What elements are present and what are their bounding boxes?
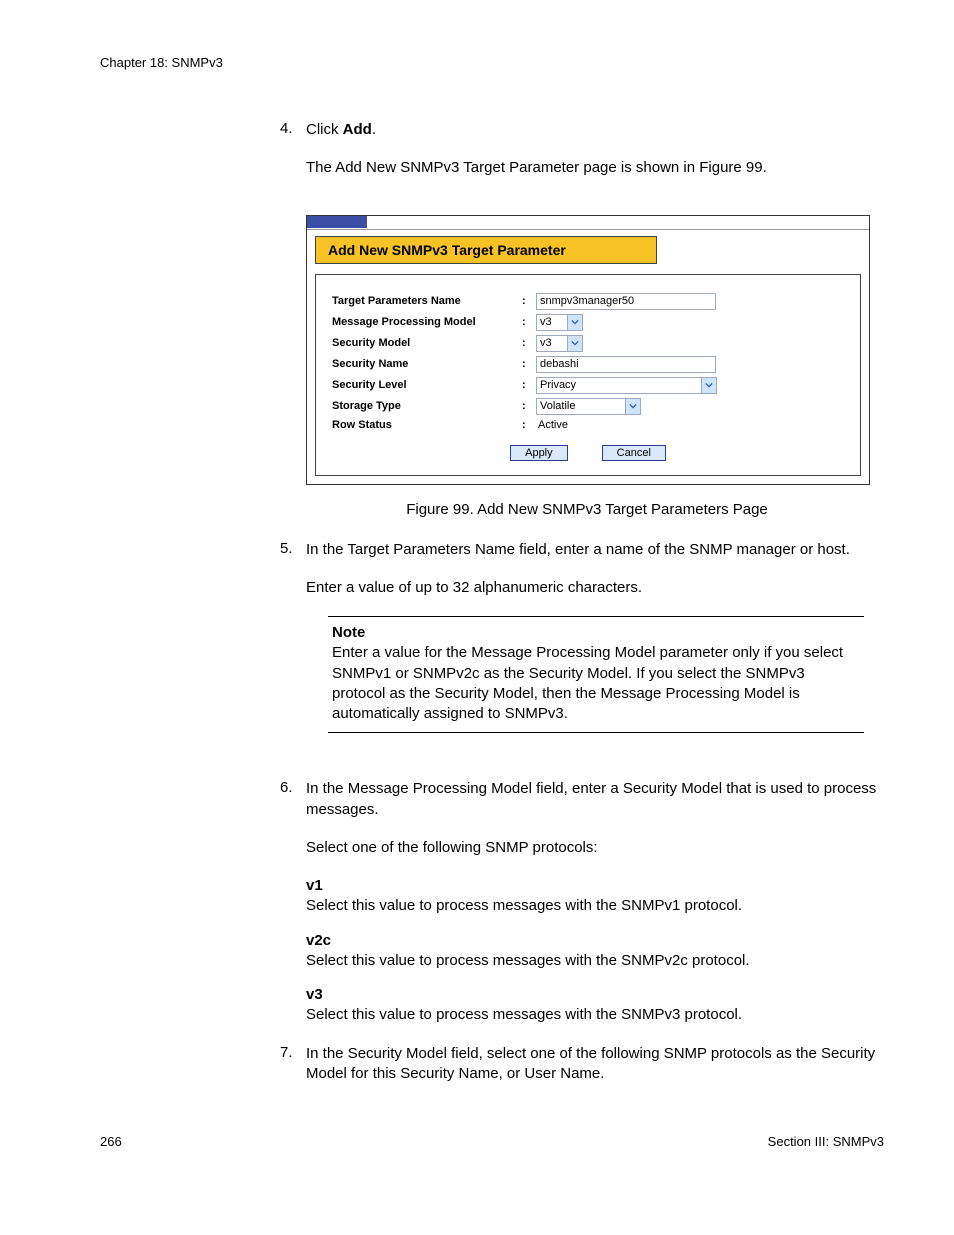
- chevron-down-icon: [567, 336, 582, 351]
- row-message-processing-model: Message Processing Model : v3: [332, 314, 844, 331]
- step-5-text: In the Target Parameters Name field, ent…: [306, 541, 850, 558]
- label-target-params-name: Target Parameters Name: [332, 295, 522, 307]
- step-7-text: In the Security Model field, select one …: [306, 1044, 884, 1085]
- input-target-params-name[interactable]: [536, 293, 716, 310]
- option-v3-label: v3: [306, 985, 884, 1005]
- row-storage-type: Storage Type : Volatile: [332, 398, 844, 415]
- row-security-name: Security Name :: [332, 356, 844, 373]
- section-label: Section III: SNMPv3: [768, 1134, 884, 1149]
- row-security-level: Security Level : Privacy: [332, 377, 844, 394]
- option-v1-label: v1: [306, 876, 884, 896]
- step-number: 4.: [280, 120, 306, 197]
- row-target-params-name: Target Parameters Name :: [332, 293, 844, 310]
- step-text-suffix: .: [372, 121, 376, 138]
- step-4: 4. Click Add. The Add New SNMPv3 Target …: [280, 120, 884, 197]
- input-security-name[interactable]: [536, 356, 716, 373]
- row-security-model: Security Model : v3: [332, 335, 844, 352]
- step-5-followup: Enter a value of up to 32 alphanumeric c…: [306, 578, 884, 598]
- step-number: 5.: [280, 540, 306, 762]
- step-6-followup: Select one of the following SNMP protoco…: [306, 838, 884, 858]
- label-storage-type: Storage Type: [332, 400, 522, 412]
- label-security-level: Security Level: [332, 379, 522, 391]
- select-security-model[interactable]: v3: [536, 335, 583, 352]
- value-row-status: Active: [536, 419, 568, 431]
- step-7: 7. In the Security Model field, select o…: [280, 1044, 884, 1085]
- step-number: 6.: [280, 779, 306, 1025]
- figure-title: Add New SNMPv3 Target Parameter: [315, 236, 657, 264]
- step-number: 7.: [280, 1044, 306, 1085]
- option-v3-desc: Select this value to process messages wi…: [306, 1005, 884, 1025]
- label-message-processing-model: Message Processing Model: [332, 316, 522, 328]
- label-row-status: Row Status: [332, 419, 522, 431]
- note-heading: Note: [332, 623, 860, 643]
- apply-button[interactable]: Apply: [510, 445, 568, 461]
- option-v1-desc: Select this value to process messages wi…: [306, 896, 884, 916]
- chevron-down-icon: [625, 399, 640, 414]
- select-security-level[interactable]: Privacy: [536, 377, 717, 394]
- figure-caption: Figure 99. Add New SNMPv3 Target Paramet…: [306, 501, 868, 518]
- label-security-name: Security Name: [332, 358, 522, 370]
- figure-panel: Add New SNMPv3 Target Parameter Target P…: [306, 215, 870, 485]
- step-text-prefix: Click: [306, 121, 343, 138]
- figure-titlebar: [307, 216, 869, 230]
- note-body: Enter a value for the Message Processing…: [332, 643, 860, 724]
- row-row-status: Row Status : Active: [332, 419, 844, 431]
- option-v2c-label: v2c: [306, 931, 884, 951]
- step-5: 5. In the Target Parameters Name field, …: [280, 540, 884, 762]
- chapter-header: Chapter 18: SNMPv3: [100, 55, 884, 70]
- cancel-button[interactable]: Cancel: [602, 445, 666, 461]
- page-number: 266: [100, 1134, 122, 1149]
- step-4-followup: The Add New SNMPv3 Target Parameter page…: [306, 158, 884, 178]
- chevron-down-icon: [567, 315, 582, 330]
- note-box: Note Enter a value for the Message Proce…: [328, 616, 864, 733]
- step-text-bold: Add: [343, 121, 372, 138]
- label-security-model: Security Model: [332, 337, 522, 349]
- select-storage-type[interactable]: Volatile: [536, 398, 641, 415]
- chevron-down-icon: [701, 378, 716, 393]
- option-v2c-desc: Select this value to process messages wi…: [306, 951, 884, 971]
- figure-form: Target Parameters Name : Message Process…: [315, 274, 861, 476]
- step-6-text: In the Message Processing Model field, e…: [306, 780, 876, 817]
- step-6: 6. In the Message Processing Model field…: [280, 779, 884, 1025]
- select-message-processing-model[interactable]: v3: [536, 314, 583, 331]
